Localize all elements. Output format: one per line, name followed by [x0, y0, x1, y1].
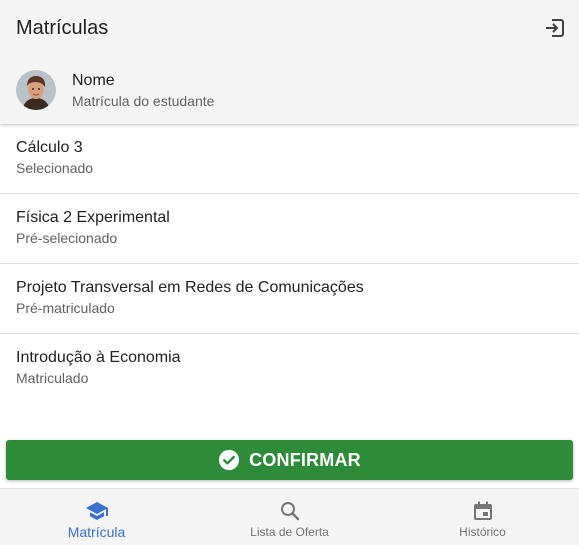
confirm-label: CONFIRMAR	[249, 449, 361, 470]
course-status: Pré-matriculado	[16, 300, 115, 316]
list-item[interactable]: Física 2 Experimental Pré-selecionado	[0, 194, 579, 264]
logout-icon[interactable]	[543, 16, 567, 40]
course-status: Matriculado	[16, 370, 89, 386]
nav-label: Matrícula	[67, 524, 126, 540]
student-name: Nome	[72, 72, 115, 89]
app-root: Matrículas Nome Matrícula do estudante C…	[0, 0, 579, 545]
list-item[interactable]: Projeto Transversal em Redes de Comunica…	[0, 264, 579, 334]
nav-label: Lista de Oferta	[250, 525, 329, 539]
course-list: Cálculo 3 Selecionado Física 2 Experimen…	[0, 124, 579, 403]
check-circle-icon	[218, 449, 240, 471]
search-icon	[278, 499, 302, 523]
app-header: Matrículas Nome Matrícula do estudante	[0, 0, 579, 124]
list-item[interactable]: Introdução à Economia Matriculado	[0, 334, 579, 403]
course-title: Física 2 Experimental	[16, 209, 170, 226]
course-title: Cálculo 3	[16, 139, 83, 156]
student-registration: Matrícula do estudante	[72, 93, 215, 109]
list-item[interactable]: Cálculo 3 Selecionado	[0, 124, 579, 194]
course-status: Selecionado	[16, 160, 94, 176]
calendar-icon	[471, 499, 495, 523]
graduation-cap-icon	[85, 499, 109, 523]
nav-item-matricula[interactable]: Matrícula	[0, 489, 193, 545]
course-title: Introdução à Economia	[16, 349, 181, 366]
nav-item-historico[interactable]: Histórico	[386, 489, 579, 545]
course-title: Projeto Transversal em Redes de Comunica…	[16, 279, 364, 296]
course-status: Pré-selecionado	[16, 230, 118, 246]
nav-item-lista-de-oferta[interactable]: Lista de Oferta	[193, 489, 386, 545]
student-profile: Nome Matrícula do estudante	[16, 70, 556, 110]
nav-label: Histórico	[459, 525, 506, 539]
confirm-button[interactable]: CONFIRMAR	[6, 440, 573, 480]
avatar	[16, 70, 56, 110]
bottom-navigation: Matrícula Lista de Oferta Histórico	[0, 488, 579, 545]
page-title: Matrículas	[16, 17, 109, 39]
